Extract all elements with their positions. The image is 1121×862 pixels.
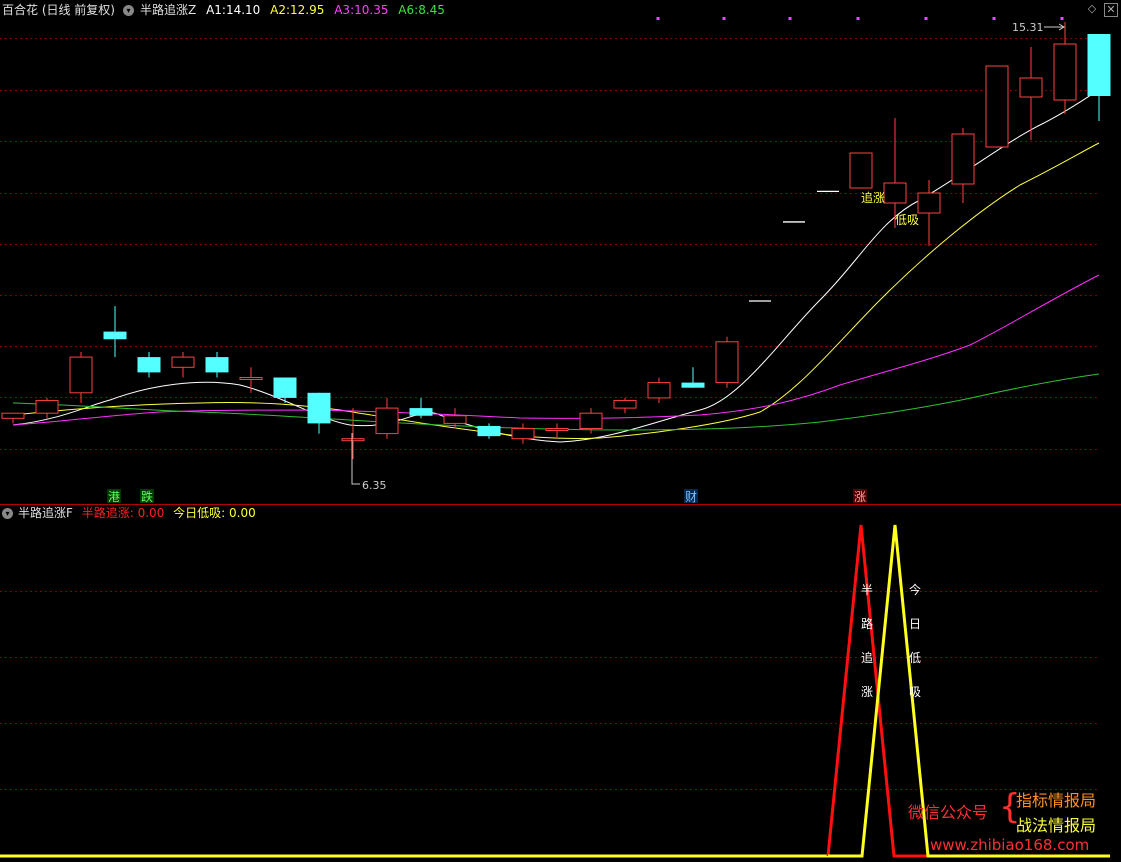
watermark-label: 微信公众号 [908,803,989,822]
candle-body [579,412,603,430]
candle-body [205,357,229,373]
candle-body [375,407,399,435]
candle-body [103,331,127,340]
high-pointer [1044,23,1065,31]
candle-body [1,412,25,419]
ma-line-a2 [12,142,1100,440]
high-price-label: 15.31 [1012,21,1065,34]
vtext-dip-1: 今 [909,582,921,597]
ma-line-a6 [12,373,1100,431]
top-marker-dots [656,17,1064,20]
candle-body [849,152,873,189]
marker-finance[interactable]: 财 [685,490,697,504]
top-dot [788,17,792,20]
low-price-label: 6.35 [351,433,387,492]
grid-lines [0,38,1098,790]
candle-body [409,408,433,416]
sub-chart-header: ▾ 半路追涨F 半路追涨: 0.00 今日低吸: 0.00 [0,504,1121,522]
top-dot [856,17,860,20]
candle-body [985,65,1009,148]
candle-body [511,428,535,440]
candle-body [239,377,263,380]
vtext-dip-4: 吸 [909,685,921,699]
top-dot [656,17,660,20]
candle-body [137,357,161,373]
limit-up-dashes [749,190,839,302]
candle-body [647,382,671,399]
signal-value-dip: 今日低吸: 0.00 [173,506,256,520]
signal-value-chase: 半路追涨: 0.00 [81,506,165,520]
top-dot [924,17,928,20]
moving-average-lines [12,89,1100,443]
sub-indicator-menu-icon[interactable]: ▾ [2,508,13,519]
candle-body [1053,43,1077,101]
candle-body [1087,34,1111,96]
watermark-line1: 指标情报局 [1016,791,1097,810]
candle-body [443,415,467,424]
vtext-chase-3: 追 [861,650,873,665]
top-dot [992,17,996,20]
candle-body [341,438,365,442]
watermark-line2: 战法情报局 [1016,816,1097,835]
price-chart[interactable]: 6.35 15.31 追涨 低吸 港 跌 财 涨 半 路 追 涨 今 日 低 吸 [0,0,1121,862]
ma-line-a3 [12,274,1100,426]
candle-body [883,182,907,204]
candle-body [307,392,331,424]
candle-body [951,133,975,185]
vtext-chase-2: 路 [861,616,873,631]
candle-body [917,192,941,214]
top-dot [1060,17,1064,20]
top-dot [722,17,726,20]
ma-line-a1 [12,89,1100,443]
watermark-url[interactable]: www.zhibiao168.com [930,836,1089,854]
vtext-dip-3: 低 [909,651,921,665]
marker-fall[interactable]: 跌 [141,489,153,504]
candle-body [545,428,569,431]
candle-body [613,399,637,409]
low-price-text: 6.35 [362,479,387,492]
vtext-chase-1: 半 [861,583,873,597]
candle-body [273,377,297,398]
candle-body [35,399,59,414]
event-markers: 港 跌 财 涨 [107,489,867,504]
vtext-chase-4: 涨 [861,684,873,699]
vtext-dip-2: 日 [909,617,921,631]
marker-hk[interactable]: 港 [108,490,120,504]
marker-rise[interactable]: 涨 [854,489,866,504]
high-price-text: 15.31 [1012,21,1044,34]
chase-annotation: 追涨 [861,190,885,205]
candle-body [681,382,705,388]
candle-body [171,356,195,368]
candle-body [69,356,93,394]
candle-body [715,341,739,384]
dip-annotation: 低吸 [895,213,919,227]
candle-body [1019,77,1043,98]
candle-body [477,425,501,437]
sub-indicator-name[interactable]: 半路追涨F [18,506,73,520]
